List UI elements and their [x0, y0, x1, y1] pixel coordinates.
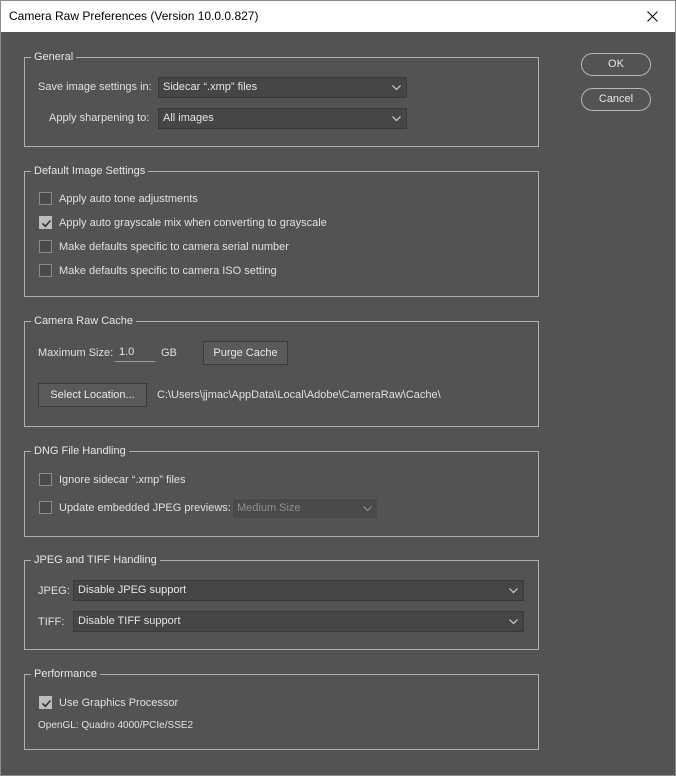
chevron-down-icon: [509, 619, 518, 625]
max-size-unit: GB: [161, 347, 177, 359]
preferences-dialog: Camera Raw Preferences (Version 10.0.0.8…: [0, 0, 676, 776]
gpu-label: Use Graphics Processor: [59, 697, 179, 709]
general-group: General Save image settings in: Sidecar …: [24, 50, 539, 147]
chevron-down-icon: [392, 116, 401, 122]
auto-tone-checkbox[interactable]: [39, 192, 52, 205]
update-previews-label: Update embedded JPEG previews:: [59, 502, 231, 514]
ignore-sidecar-label: Ignore sidecar “.xmp” files: [59, 474, 186, 486]
dng-legend: DNG File Handling: [31, 444, 129, 458]
close-icon[interactable]: [629, 1, 675, 32]
sharpening-select[interactable]: All images: [158, 108, 407, 129]
chevron-down-icon: [509, 588, 518, 594]
opengl-info: OpenGL: Quadro 4000/PCIe/SSE2: [38, 720, 194, 731]
tiff-select[interactable]: Disable TIFF support: [73, 611, 524, 632]
default-image-legend: Default Image Settings: [31, 164, 149, 178]
sharpening-label: Apply sharpening to:: [49, 112, 150, 124]
select-location-button[interactable]: Select Location...: [38, 383, 147, 407]
performance-legend: Performance: [31, 667, 100, 681]
window-title: Camera Raw Preferences (Version 10.0.0.8…: [9, 9, 259, 23]
jpeg-tiff-group: JPEG and TIFF Handling JPEG: Disable JPE…: [24, 553, 539, 650]
tiff-value: Disable TIFF support: [78, 615, 181, 627]
purge-cache-button[interactable]: Purge Cache: [203, 341, 288, 365]
chevron-down-icon: [363, 506, 372, 512]
auto-grayscale-label: Apply auto grayscale mix when converting…: [59, 217, 327, 229]
default-image-group: Default Image Settings Apply auto tone a…: [24, 164, 539, 297]
cache-group: Camera Raw Cache Maximum Size: 1.0 GB Pu…: [24, 314, 539, 427]
jpeg-label: JPEG:: [38, 585, 70, 597]
ok-button[interactable]: OK: [581, 53, 651, 76]
dialog-body: OK Cancel General Save image settings in…: [1, 32, 675, 775]
gpu-checkbox[interactable]: [39, 696, 52, 709]
auto-grayscale-checkbox[interactable]: [39, 216, 52, 229]
general-legend: General: [31, 50, 77, 64]
sharpening-value: All images: [163, 112, 214, 124]
ignore-sidecar-checkbox[interactable]: [39, 473, 52, 486]
cache-path: C:\Users\jjmac\AppData\Local\Adobe\Camer…: [157, 389, 441, 401]
checkmark-icon: [41, 699, 52, 708]
max-size-input[interactable]: 1.0: [115, 344, 155, 362]
tiff-label: TIFF:: [38, 616, 65, 628]
save-settings-select[interactable]: Sidecar “.xmp” files: [158, 77, 407, 98]
preview-size-value: Medium Size: [237, 502, 301, 514]
cache-legend: Camera Raw Cache: [31, 314, 137, 328]
jpeg-value: Disable JPEG support: [78, 584, 187, 596]
serial-defaults-checkbox[interactable]: [39, 240, 52, 253]
preview-size-select[interactable]: Medium Size: [232, 498, 378, 519]
performance-group: Performance Use Graphics Processor OpenG…: [24, 667, 539, 750]
max-size-label: Maximum Size:: [38, 347, 114, 359]
jpeg-tiff-legend: JPEG and TIFF Handling: [31, 553, 160, 567]
iso-defaults-label: Make defaults specific to camera ISO set…: [59, 265, 277, 277]
cancel-button[interactable]: Cancel: [581, 88, 651, 111]
update-previews-checkbox[interactable]: [39, 501, 52, 514]
checkmark-icon: [41, 219, 52, 228]
auto-tone-label: Apply auto tone adjustments: [59, 193, 198, 205]
serial-defaults-label: Make defaults specific to camera serial …: [59, 241, 289, 253]
save-settings-value: Sidecar “.xmp” files: [163, 81, 258, 93]
chevron-down-icon: [392, 85, 401, 91]
jpeg-select[interactable]: Disable JPEG support: [73, 580, 524, 601]
dng-group: DNG File Handling Ignore sidecar “.xmp” …: [24, 444, 539, 537]
save-settings-label: Save image settings in:: [38, 81, 152, 93]
title-bar: Camera Raw Preferences (Version 10.0.0.8…: [1, 1, 675, 32]
iso-defaults-checkbox[interactable]: [39, 264, 52, 277]
